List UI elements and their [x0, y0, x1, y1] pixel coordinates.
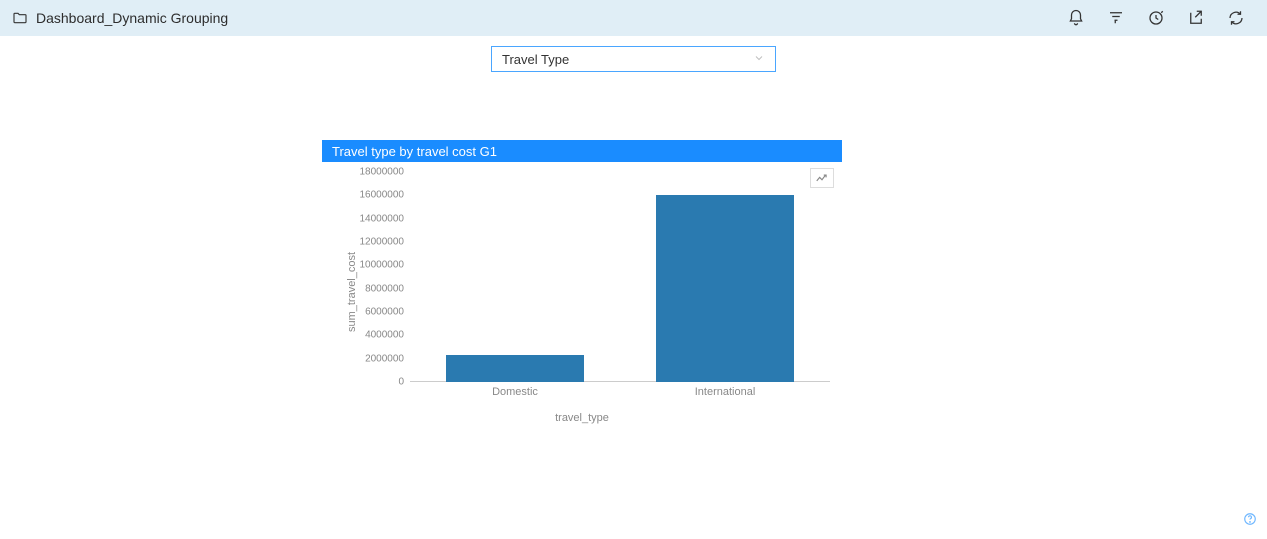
chevron-down-icon — [753, 52, 765, 67]
refresh-icon[interactable] — [1227, 9, 1245, 27]
y-tick-label: 8000000 — [365, 283, 410, 294]
breadcrumb: Dashboard_Dynamic Grouping — [12, 10, 228, 26]
y-tick-label: 12000000 — [360, 236, 411, 247]
toolbar — [1067, 9, 1255, 27]
chart-body: sum_travel_cost 020000004000000600000080… — [322, 162, 842, 422]
x-tick-label: Domestic — [492, 386, 538, 398]
folder-icon — [12, 10, 28, 26]
y-tick-label: 10000000 — [360, 260, 411, 271]
y-tick-label: 16000000 — [360, 190, 411, 201]
x-tick-label: International — [695, 386, 756, 398]
select-value: Travel Type — [502, 52, 569, 67]
bar[interactable] — [446, 355, 585, 382]
chart-title-bar: Travel type by travel cost G1 — [322, 140, 842, 162]
filter-bar: Travel Type — [0, 46, 1267, 72]
page-title: Dashboard_Dynamic Grouping — [36, 10, 228, 26]
y-tick-label: 18000000 — [360, 167, 411, 178]
top-bar: Dashboard_Dynamic Grouping — [0, 0, 1267, 36]
export-icon[interactable] — [1187, 9, 1205, 27]
plot-area[interactable]: 0200000040000006000000800000010000000120… — [410, 172, 830, 382]
y-tick-label: 6000000 — [365, 306, 410, 317]
y-tick-label: 2000000 — [365, 353, 410, 364]
chart-card: Travel type by travel cost G1 sum_travel… — [322, 140, 842, 422]
help-icon[interactable] — [1243, 512, 1257, 529]
y-axis-label: sum_travel_cost — [346, 252, 358, 332]
bar[interactable] — [656, 195, 795, 382]
clock-icon[interactable] — [1147, 9, 1165, 27]
x-axis-label: travel_type — [322, 412, 842, 424]
chart-title: Travel type by travel cost G1 — [332, 144, 497, 159]
y-tick-label: 14000000 — [360, 213, 411, 224]
filter-icon[interactable] — [1107, 9, 1125, 27]
y-tick-label: 0 — [398, 377, 410, 388]
y-tick-label: 4000000 — [365, 330, 410, 341]
notifications-icon[interactable] — [1067, 9, 1085, 27]
travel-type-select[interactable]: Travel Type — [491, 46, 776, 72]
